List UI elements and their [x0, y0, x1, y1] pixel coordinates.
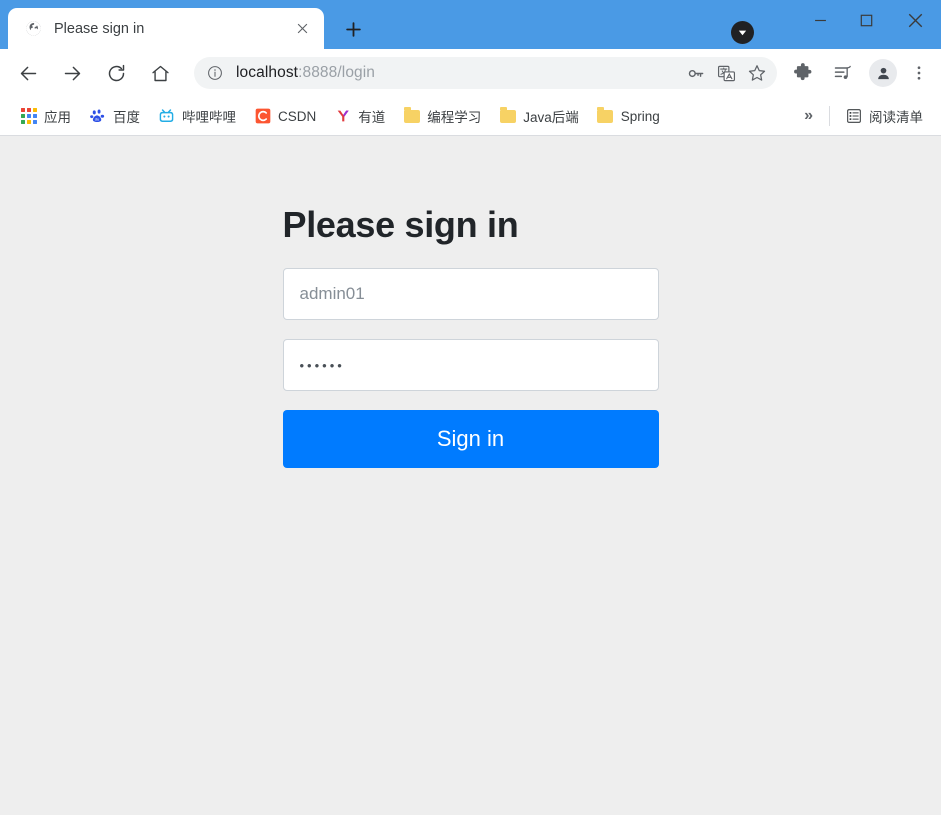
bookmark-label: 编程学习: [427, 110, 482, 125]
forward-icon[interactable]: [55, 56, 89, 90]
bookmark-folder-programming[interactable]: 编程学习: [395, 103, 489, 129]
back-icon[interactable]: [11, 56, 45, 90]
bookmark-folder-java-backend[interactable]: Java后端: [491, 103, 587, 129]
bookmarks-overflow-icon[interactable]: »: [795, 107, 822, 125]
reading-list-icon: [845, 108, 862, 125]
bookmark-label: Spring: [620, 108, 660, 124]
page-title: Please sign in: [282, 204, 519, 245]
svg-text:du: du: [94, 117, 98, 122]
extensions-icon[interactable]: [787, 57, 819, 89]
bilibili-icon: [158, 108, 175, 125]
url-text: localhost:8888/login: [236, 64, 680, 82]
url-path: :8888/login: [298, 64, 376, 81]
browser-window: Please sign in localhost:8888/login 应用 d…: [0, 0, 941, 815]
tab-search-icon[interactable]: [731, 21, 754, 44]
folder-icon: [499, 106, 516, 125]
bookmark-label: 哔哩哔哩: [182, 110, 236, 125]
globe-icon: [24, 20, 42, 38]
apps-grid-icon: [20, 108, 37, 125]
bookmarks-bar-right: » 阅读清单: [795, 103, 933, 129]
maximize-icon[interactable]: [843, 0, 889, 40]
minimize-icon[interactable]: [797, 0, 843, 40]
username-input[interactable]: admin01: [282, 268, 659, 321]
new-tab-button[interactable]: [338, 14, 368, 44]
bookmark-label: 有道: [358, 110, 386, 125]
reading-list-button[interactable]: 阅读清单: [837, 103, 931, 129]
folder-icon: [597, 106, 614, 125]
bookmark-csdn[interactable]: CSDN: [246, 103, 324, 129]
profile-avatar[interactable]: [869, 59, 897, 87]
browser-tab[interactable]: Please sign in: [8, 8, 324, 49]
info-circle-icon[interactable]: [204, 62, 226, 84]
reading-list-label: 阅读清单: [869, 110, 923, 125]
address-bar[interactable]: localhost:8888/login: [194, 57, 777, 89]
tab-strip: Please sign in: [0, 0, 941, 49]
media-controls-icon[interactable]: [827, 57, 859, 89]
tab-title: Please sign in: [54, 20, 145, 37]
close-icon[interactable]: [290, 17, 314, 41]
home-icon[interactable]: [143, 56, 177, 90]
password-input[interactable]: ••••••: [282, 339, 659, 392]
sign-in-button[interactable]: Sign in: [282, 410, 659, 469]
bookmarks-bar: 应用 du 百度 哔哩哔哩 CSDN 有道 编程学习 Java后端 Spring…: [0, 97, 941, 136]
close-window-icon[interactable]: [889, 0, 941, 40]
csdn-icon: [254, 108, 271, 125]
bookmark-label: Java后端: [523, 110, 579, 125]
bookmark-bilibili[interactable]: 哔哩哔哩: [150, 103, 244, 129]
bookmark-label: 应用: [44, 110, 71, 125]
folder-icon: [403, 106, 420, 125]
reload-icon[interactable]: [99, 56, 133, 90]
browser-toolbar: localhost:8888/login: [0, 49, 941, 97]
bookmark-star-icon[interactable]: [742, 58, 772, 88]
page-viewport: Please sign in admin01 •••••• Sign in: [0, 136, 941, 815]
bookmark-label: CSDN: [278, 108, 317, 124]
password-manager-icon[interactable]: [680, 58, 710, 88]
baidu-icon: du: [89, 108, 106, 125]
translate-icon[interactable]: [711, 58, 741, 88]
toolbar-divider: [829, 106, 830, 126]
bookmark-apps[interactable]: 应用: [12, 103, 79, 129]
bookmark-folder-spring[interactable]: Spring: [589, 103, 668, 129]
bookmark-label: 百度: [113, 110, 140, 125]
login-form: Please sign in admin01 •••••• Sign in: [282, 136, 659, 469]
chrome-menu-icon[interactable]: [905, 57, 933, 89]
window-controls: [797, 0, 941, 40]
url-host: localhost: [236, 64, 299, 81]
bookmark-youdao[interactable]: 有道: [326, 103, 393, 129]
bookmark-baidu[interactable]: du 百度: [81, 103, 148, 129]
youdao-icon: [334, 108, 351, 125]
